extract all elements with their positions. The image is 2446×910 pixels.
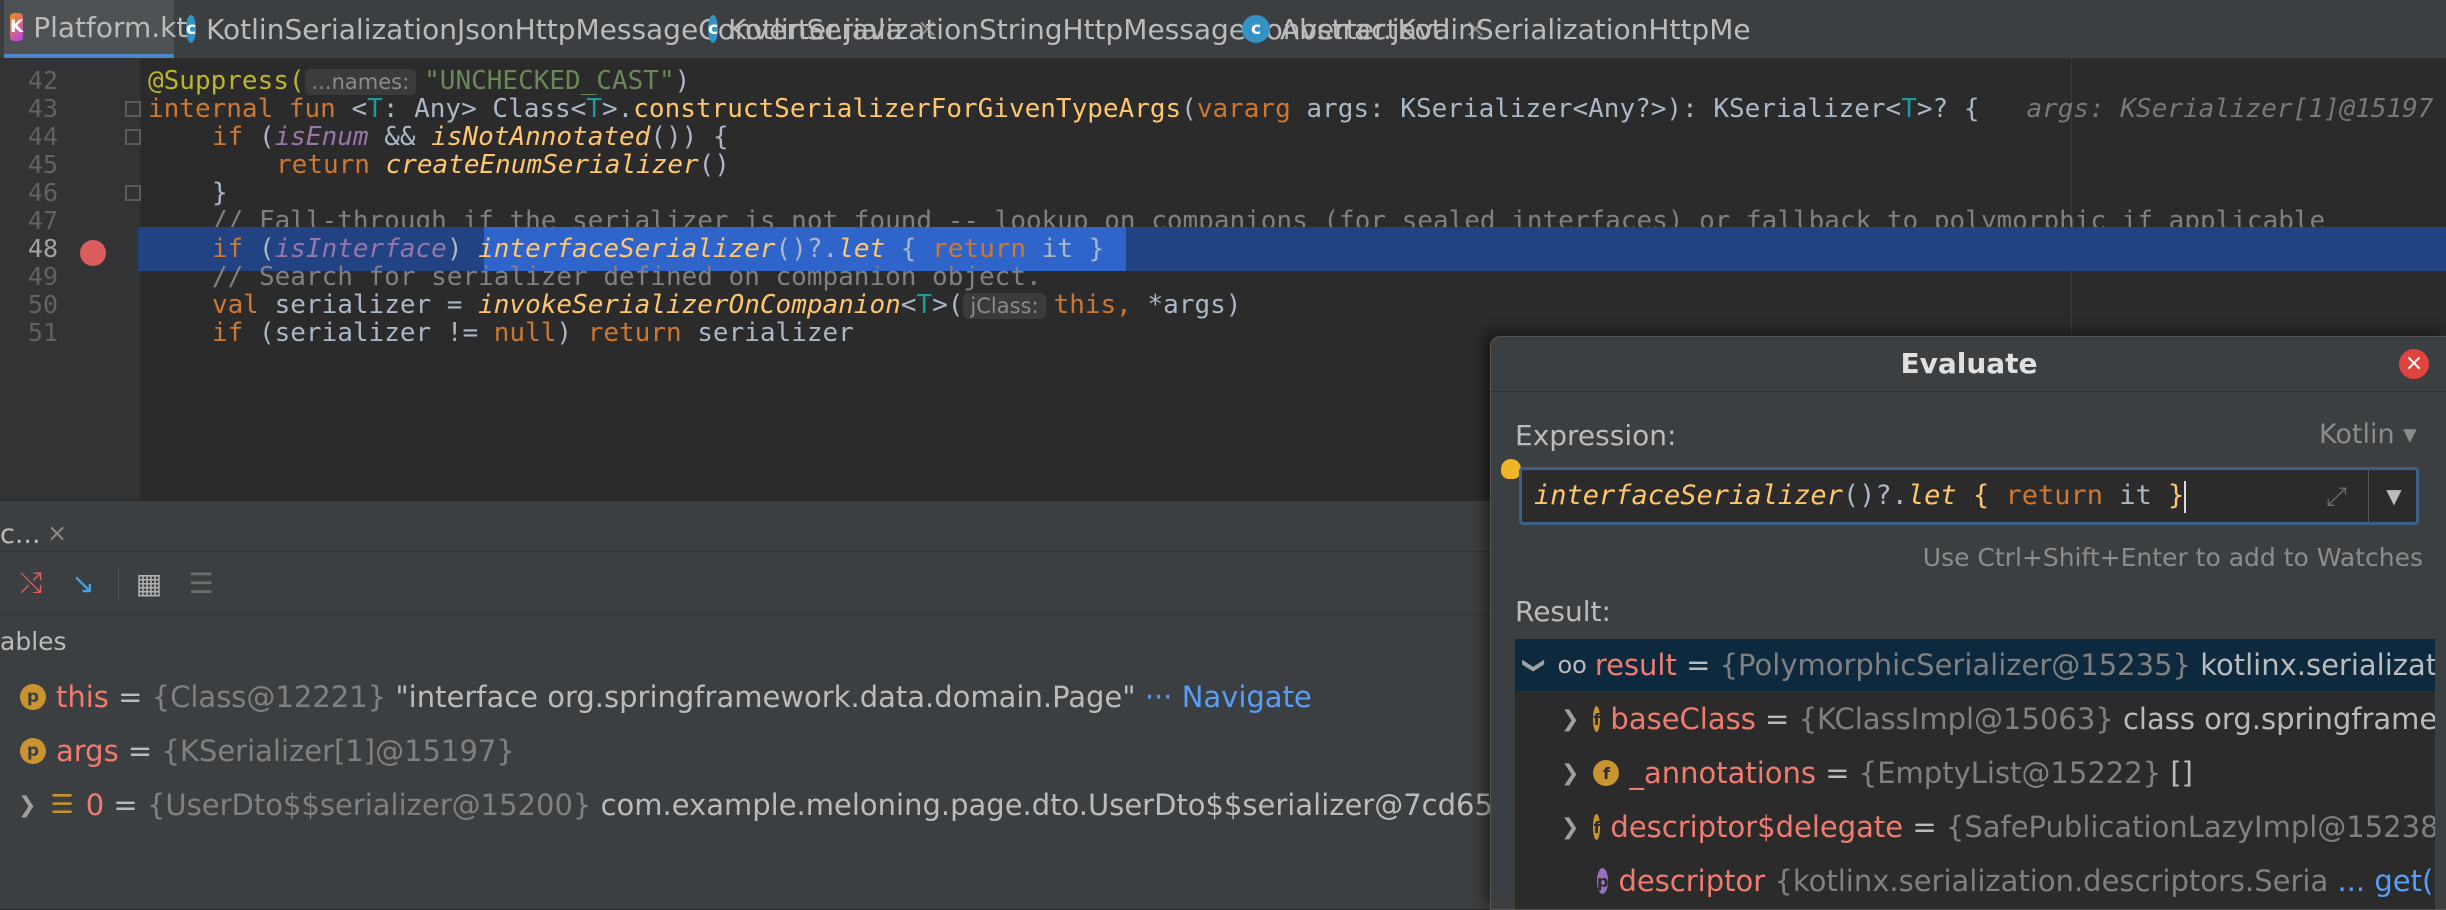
collapse-arrow-icon[interactable]: ❯ <box>1522 656 1547 674</box>
field-icon: f <box>1593 760 1620 786</box>
line-number: 51 <box>27 318 58 347</box>
line-code: if (serializer != null) return serialize… <box>212 318 854 348</box>
array-element-icon: ☰ <box>50 790 74 820</box>
java-class-icon: c <box>708 15 719 43</box>
expand-arrow-icon[interactable]: ❯ <box>18 793 36 818</box>
trace-icon[interactable]: ☰ <box>184 566 218 600</box>
field-icon: f <box>1593 814 1601 840</box>
tab-string-converter[interactable]: c KotlinSerializationStringHttpMessageCo… <box>702 0 1486 58</box>
close-icon[interactable]: × <box>47 519 67 547</box>
field-icon: f <box>1593 706 1601 732</box>
property-icon: p <box>1597 868 1609 894</box>
result-label: Result: <box>1515 595 1611 628</box>
watch-glasses-icon: oo <box>1557 651 1587 679</box>
toolbar-divider <box>118 568 119 600</box>
java-class-icon: c <box>186 15 197 43</box>
tab-abstract-converter[interactable]: c AbstractKotlinSerializationHttpMe <box>1236 0 2446 58</box>
dialog-title: Evaluate <box>1491 337 2446 392</box>
variable-row[interactable]: p args = {KSerializer[1]@15197} <box>20 725 1500 777</box>
result-row[interactable]: p descriptor {kotlinx.serialization.desc… <box>1515 855 2435 907</box>
result-row[interactable]: ❯ f descriptor$delegate = {SafePublicati… <box>1515 801 2435 853</box>
tab-label: AbstractKotlinSerializationHttpMe <box>1280 12 1751 46</box>
step-out-icon[interactable]: ⤭ <box>14 566 48 600</box>
java-class-icon: c <box>1242 15 1270 43</box>
expand-arrow-icon[interactable]: ❯ <box>1561 707 1579 732</box>
expression-text[interactable]: interfaceSerializer()?.let { return it } <box>1534 470 2187 522</box>
tab-platform-kt[interactable]: K Platform.kt <box>4 0 187 58</box>
parameter-icon: p <box>20 738 46 764</box>
variable-row[interactable]: p this = {Class@12221} "interface org.sp… <box>20 671 1500 723</box>
result-tree[interactable]: ❯ oo result = {PolymorphicSerializer@152… <box>1515 639 2435 909</box>
expand-arrow-icon[interactable]: ❯ <box>1561 761 1579 786</box>
close-icon[interactable]: × <box>2399 349 2429 379</box>
variable-row[interactable]: ❯ ☰ 0 = {UserDto$$serializer@15200} com.… <box>18 779 1539 831</box>
getter-link[interactable]: ... get() <box>2337 864 2435 898</box>
run-to-cursor-icon[interactable]: ↘ <box>66 566 100 600</box>
history-dropdown-button[interactable]: ▼ <box>2368 470 2419 522</box>
text-caret <box>2184 480 2187 513</box>
evaluate-dialog: Evaluate × Expression: Kotlin ▾ interfac… <box>1490 336 2446 910</box>
editor-tab-bar: K Platform.kt c KotlinSerializationJsonH… <box>0 0 2446 59</box>
expand-icon[interactable]: ⤢ <box>2326 482 2347 513</box>
result-row[interactable]: ❯ f baseClass = {KClassImpl@15063} class… <box>1515 693 2435 745</box>
tab-json-converter[interactable]: c KotlinSerializationJsonHttpMessageConv… <box>180 0 938 58</box>
language-selector[interactable]: Kotlin ▾ <box>2319 419 2417 450</box>
parameter-icon: p <box>20 684 46 710</box>
kotlin-file-icon: K <box>10 13 24 41</box>
tab-label: Platform.kt <box>33 10 188 44</box>
variables-header: ables <box>0 627 67 656</box>
result-row[interactable]: ❯ f _annotations = {EmptyList@15222} [] <box>1515 747 2435 799</box>
lightbulb-icon[interactable] <box>1501 459 1521 479</box>
result-row[interactable]: ❯ oo result = {PolymorphicSerializer@152… <box>1515 639 2435 691</box>
navigate-link[interactable]: ··· Navigate <box>1145 680 1312 714</box>
expression-input[interactable]: interfaceSerializer()?.let { return it }… <box>1519 467 2419 525</box>
watches-hint: Use Ctrl+Shift+Enter to add to Watches <box>1922 543 2423 572</box>
expand-arrow-icon[interactable]: ❯ <box>1561 815 1579 840</box>
evaluate-table-icon[interactable]: ▦ <box>132 566 166 600</box>
debug-tab-title[interactable]: c... <box>0 519 41 550</box>
expression-label: Expression: <box>1515 419 1677 452</box>
